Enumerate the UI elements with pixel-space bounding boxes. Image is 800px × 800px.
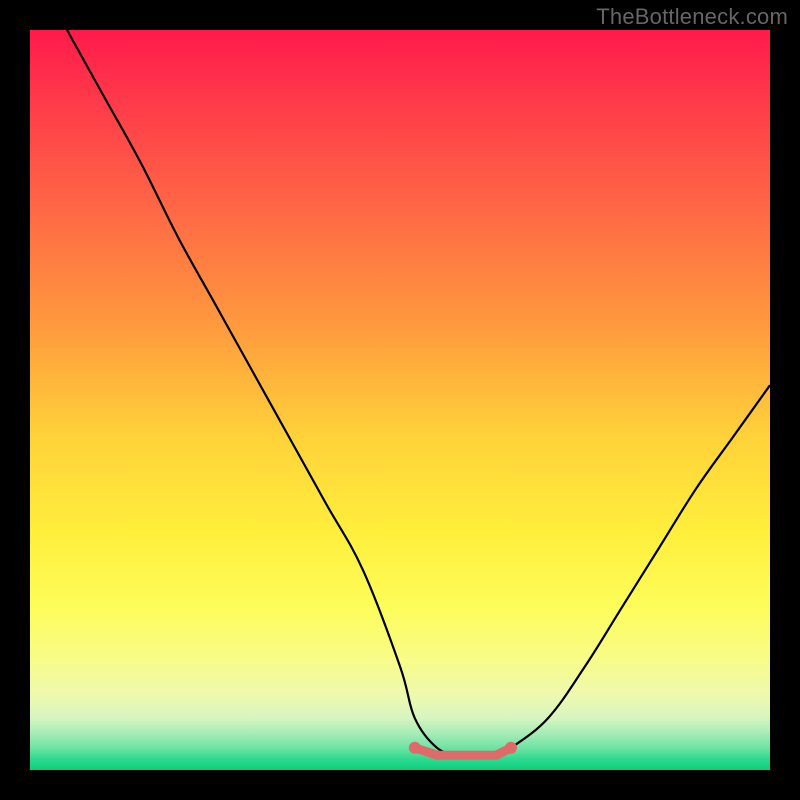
flat-dot (470, 751, 479, 760)
flat-dot (409, 742, 421, 754)
watermark-text: TheBottleneck.com (596, 4, 788, 30)
chart-frame: TheBottleneck.com (0, 0, 800, 800)
flat-dot (505, 742, 517, 754)
flat-dot (455, 751, 464, 760)
bottleneck-curve (67, 30, 770, 756)
flat-dot (433, 751, 442, 760)
plot-area (30, 30, 770, 770)
flat-dot (492, 751, 501, 760)
curve-overlay (30, 30, 770, 770)
